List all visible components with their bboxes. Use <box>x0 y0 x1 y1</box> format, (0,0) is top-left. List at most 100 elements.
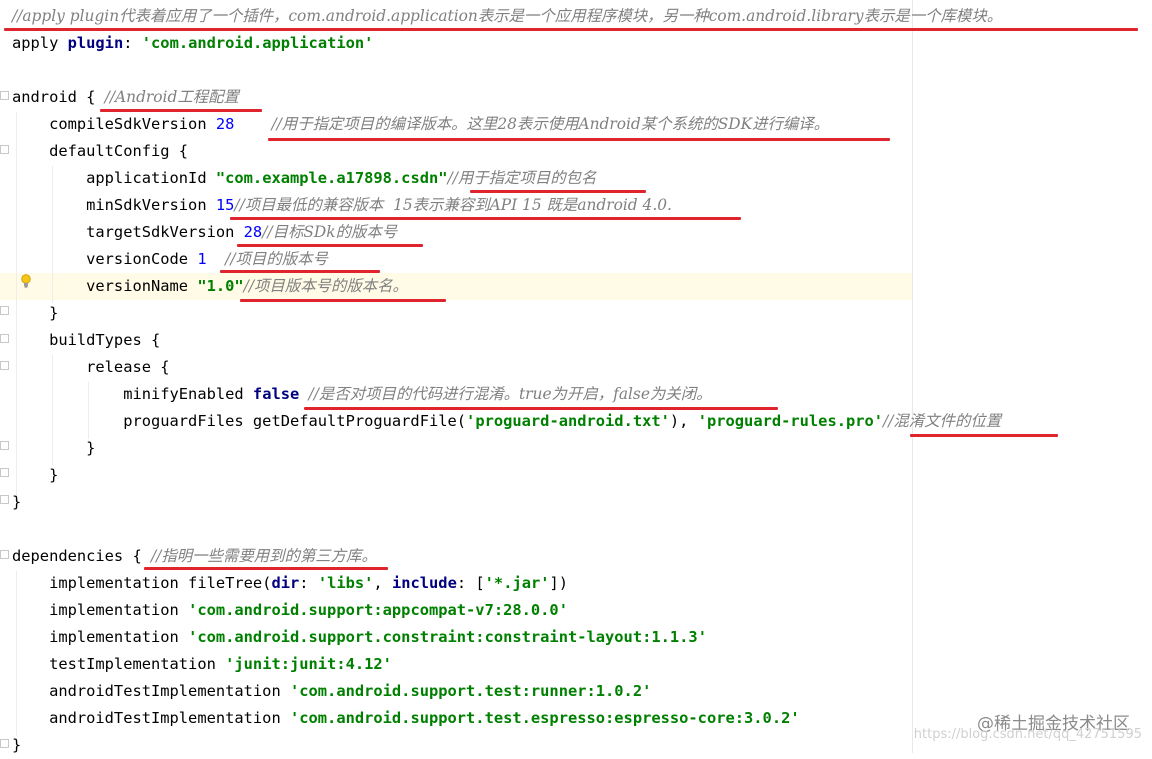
code-line[interactable]: defaultConfig { <box>12 138 188 165</box>
code-line[interactable]: versionName "1.0"//项目版本号的版本名。 <box>12 273 408 300</box>
code-text: } <box>12 304 59 322</box>
code-comment: //apply plugin代表着应用了一个插件，com.android.app… <box>12 7 1003 25</box>
fold-marker[interactable] <box>0 145 9 154</box>
code-line[interactable]: //apply plugin代表着应用了一个插件，com.android.app… <box>12 3 1002 30</box>
code-text: : <box>299 574 318 592</box>
code-text: versionCode <box>12 250 198 268</box>
fold-marker[interactable] <box>0 468 9 477</box>
code-text: androidTestImplementation <box>12 682 290 700</box>
code-comment: //指明一些需要用到的第三方库。 <box>151 547 377 565</box>
code-text: , <box>373 574 392 592</box>
code-text: } <box>12 736 22 754</box>
code-number: 28 <box>243 223 263 241</box>
code-text: versionName <box>12 277 198 295</box>
code-line[interactable]: applicationId "com.example.a17898.csdn"/… <box>12 165 596 192</box>
code-string: 'com.android.support.test:runner:1.0.2' <box>289 682 652 700</box>
code-line[interactable]: minSdkVersion 15//项目最低的兼容版本 15表示兼容到API 1… <box>12 192 672 219</box>
code-string: 'proguard-android.txt' <box>466 412 670 430</box>
code-keyword: false <box>252 385 300 403</box>
fold-marker[interactable] <box>0 441 9 450</box>
code-line[interactable]: versionCode 1 //项目的版本号 <box>12 246 328 273</box>
code-comment: //项目的版本号 <box>225 250 328 268</box>
code-line[interactable]: } <box>12 489 21 516</box>
code-text: apply <box>12 34 68 52</box>
code-line[interactable]: compileSdkVersion 28 //用于指定项目的编译版本。这里28表… <box>12 111 829 138</box>
code-text: testImplementation <box>12 655 226 673</box>
fold-marker[interactable] <box>0 739 9 748</box>
annotation-underline <box>230 217 741 220</box>
code-text: implementation <box>12 601 189 619</box>
code-text: compileSdkVersion <box>12 115 216 133</box>
code-line[interactable]: minifyEnabled false //是否对项目的代码进行混淆。true为… <box>12 381 711 408</box>
annotation-underline <box>470 190 646 193</box>
code-string: "com.example.a17898.csdn" <box>215 169 448 187</box>
code-comment: //用于指定项目的包名 <box>447 169 597 187</box>
code-text: } <box>12 466 59 484</box>
code-line[interactable]: testImplementation 'junit:junit:4.12' <box>12 651 392 678</box>
code-text: ]) <box>549 574 569 592</box>
watermark-url: https://blog.csdn.net/qq_42751595 <box>913 727 1142 742</box>
code-text: applicationId <box>12 169 216 187</box>
code-text: release { <box>12 358 170 376</box>
code-text: implementation fileTree( <box>12 574 272 592</box>
code-text: implementation <box>12 628 189 646</box>
code-string: 'junit:junit:4.12' <box>225 655 392 673</box>
code-comment: //项目版本号的版本名。 <box>243 277 408 295</box>
fold-marker[interactable] <box>0 361 9 370</box>
code-line[interactable]: buildTypes { <box>12 327 160 354</box>
code-line[interactable]: androidTestImplementation 'com.android.s… <box>12 705 800 732</box>
code-line[interactable]: implementation 'com.android.support.cons… <box>12 624 707 651</box>
code-string: 'com.android.application' <box>141 34 374 52</box>
fold-marker[interactable] <box>0 495 9 504</box>
fold-marker[interactable] <box>0 334 9 343</box>
code-line[interactable]: targetSdkVersion 28//目标SDk的版本号 <box>12 219 397 246</box>
code-line[interactable]: release { <box>12 354 170 381</box>
code-line[interactable]: proguardFiles getDefaultProguardFile('pr… <box>12 408 1001 435</box>
annotation-underline <box>304 407 778 410</box>
fold-marker[interactable] <box>0 91 9 100</box>
code-string: 'com.android.support.constraint:constrai… <box>188 628 707 646</box>
code-text: android { <box>12 88 105 106</box>
code-keyword: dir <box>271 574 300 592</box>
code-comment: //Android工程配置 <box>104 88 239 106</box>
code-text: : <box>123 34 142 52</box>
code-number: 28 <box>215 115 235 133</box>
code-text: } <box>12 493 22 511</box>
code-string: '*.jar' <box>484 574 550 592</box>
code-string: 'proguard-rules.pro' <box>697 412 884 430</box>
code-text: targetSdkVersion <box>12 223 244 241</box>
code-text: : [ <box>456 574 485 592</box>
code-string: "1.0" <box>197 277 244 295</box>
fold-marker[interactable] <box>0 550 9 559</box>
code-line[interactable]: implementation 'com.android.support:appc… <box>12 597 568 624</box>
annotation-underline <box>910 434 1058 437</box>
code-string: 'com.android.support:appcompat-v7:28.0.0… <box>188 601 568 619</box>
annotation-underline <box>240 299 446 302</box>
code-line[interactable]: apply plugin: 'com.android.application' <box>12 30 373 57</box>
code-text: ), <box>669 412 698 430</box>
code-string: 'com.android.support.test.espresso:espre… <box>289 709 800 727</box>
annotation-underline <box>268 138 890 141</box>
code-keyword: plugin <box>67 34 124 52</box>
code-line[interactable]: androidTestImplementation 'com.android.s… <box>12 678 651 705</box>
fold-marker[interactable] <box>0 306 9 315</box>
code-editor[interactable]: //apply plugin代表着应用了一个插件，com.android.app… <box>0 0 1152 754</box>
code-text: proguardFiles getDefaultProguardFile( <box>12 412 467 430</box>
code-number: 1 <box>197 250 207 268</box>
code-text: androidTestImplementation <box>12 709 290 727</box>
code-line[interactable]: } <box>12 435 95 462</box>
code-keyword: include <box>391 574 457 592</box>
code-comment: //是否对项目的代码进行混淆。true为开启，false为关闭。 <box>308 385 712 403</box>
code-text: } <box>12 439 96 457</box>
code-text: minSdkVersion <box>12 196 216 214</box>
code-text: defaultConfig { <box>12 142 189 160</box>
code-line[interactable]: } <box>12 300 58 327</box>
code-line[interactable]: } <box>12 732 21 759</box>
code-line[interactable]: } <box>12 462 58 489</box>
code-line[interactable]: dependencies { //指明一些需要用到的第三方库。 <box>12 543 377 570</box>
code-line[interactable]: implementation fileTree(dir: 'libs', inc… <box>12 570 568 597</box>
code-number: 15 <box>215 196 235 214</box>
code-line[interactable]: android { //Android工程配置 <box>12 84 239 111</box>
